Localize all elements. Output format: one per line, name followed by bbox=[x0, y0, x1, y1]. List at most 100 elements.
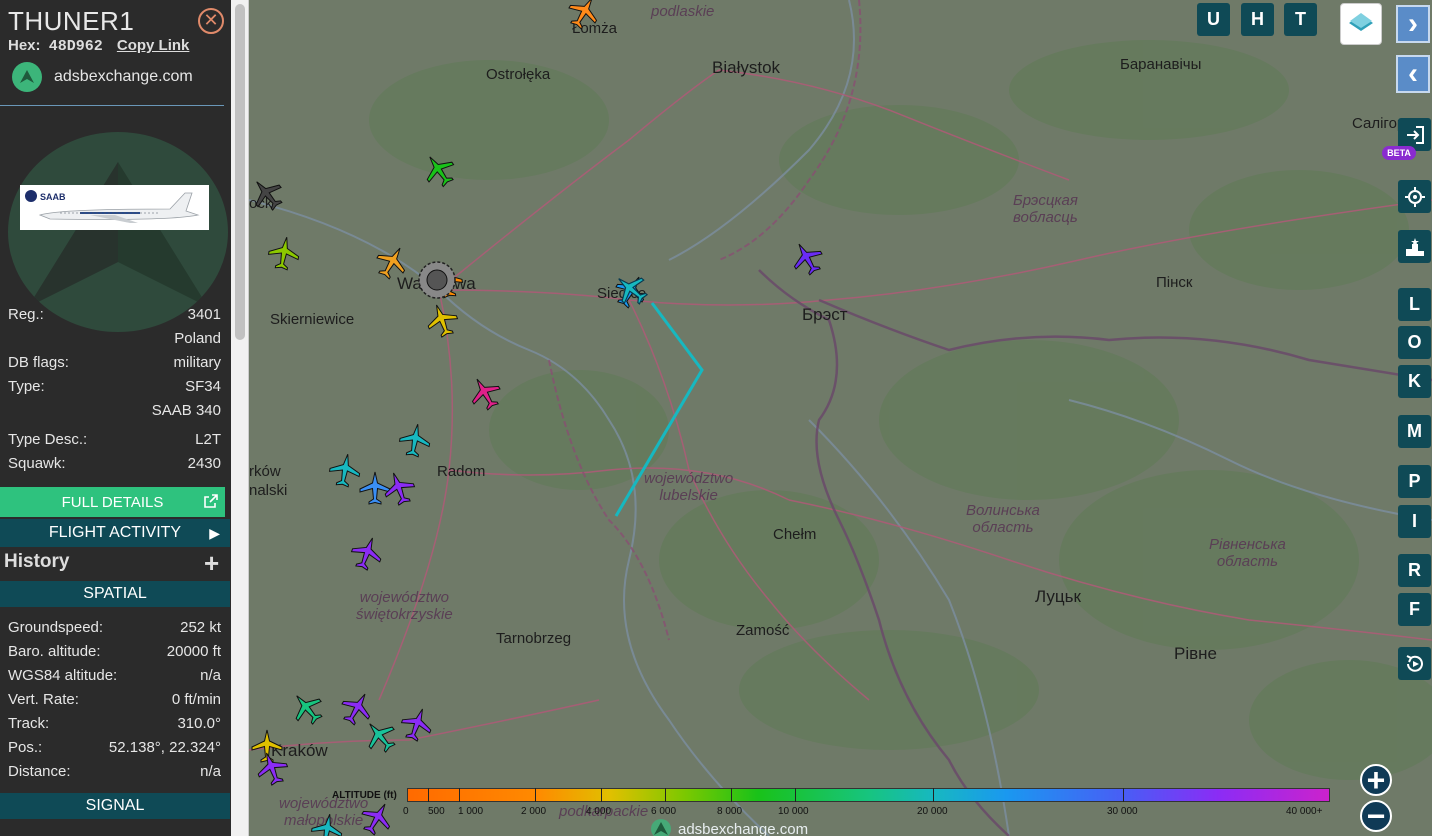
source-link[interactable]: adsbexchange.com bbox=[54, 68, 193, 86]
aircraft-marker-icon[interactable] bbox=[289, 690, 325, 726]
altitude-tick-mark bbox=[665, 788, 666, 802]
vert-rate-label: Vert. Rate: bbox=[8, 691, 79, 708]
toggle-k-button[interactable]: K bbox=[1398, 365, 1431, 398]
track-row: Track: 310.0° bbox=[8, 715, 221, 735]
label-rivne-region-line1: Рівненська bbox=[1209, 536, 1286, 553]
altitude-tick-mark bbox=[535, 788, 536, 802]
aircraft-marker-icon[interactable] bbox=[254, 750, 290, 786]
altitude-tick-mark bbox=[428, 788, 429, 802]
external-link-icon bbox=[203, 493, 219, 513]
toggle-o-button[interactable]: O bbox=[1398, 326, 1431, 359]
wgs84-altitude-label: WGS84 altitude: bbox=[8, 667, 118, 684]
label-lubelskie-line2: lubelskie bbox=[659, 487, 718, 504]
zoom-out-button[interactable]: − bbox=[1360, 800, 1392, 832]
dbflags-value: military bbox=[173, 354, 222, 371]
hex-value: 48D962 bbox=[48, 38, 103, 55]
aircraft-marker-icon[interactable] bbox=[424, 302, 460, 338]
history-expand-plus-icon[interactable]: + bbox=[204, 550, 219, 576]
toggle-r-button[interactable]: R bbox=[1398, 554, 1431, 587]
close-panel-button[interactable]: ✕ bbox=[198, 8, 224, 34]
altitude-tick-mark bbox=[933, 788, 934, 802]
aircraft-marker-icon[interactable] bbox=[266, 235, 302, 271]
label-zamosc: Zamość bbox=[736, 622, 790, 639]
label-swietokrzyskie: województwo świętokrzyskie bbox=[356, 589, 453, 623]
vert-rate-value: 0 ft/min bbox=[171, 691, 221, 708]
label-podlaskie: podlaskie bbox=[651, 3, 715, 20]
distance-value: n/a bbox=[200, 763, 221, 780]
toggle-l-button[interactable]: L bbox=[1398, 288, 1431, 321]
aircraft-marker-icon[interactable] bbox=[421, 152, 457, 188]
aircraft-marker-icon[interactable] bbox=[566, 0, 602, 30]
position-value: 52.138°, 22.324° bbox=[108, 739, 221, 756]
footer-brand: adsbexchange.com bbox=[650, 818, 808, 836]
aircraft-marker-icon[interactable] bbox=[359, 800, 395, 836]
dbflags-label: DB flags: bbox=[8, 354, 69, 371]
squawk-row: Squawk: 2430 bbox=[8, 455, 221, 475]
expand-right-button[interactable]: › bbox=[1396, 5, 1430, 43]
spatial-section-header[interactable]: SPATIAL bbox=[0, 581, 230, 607]
label-volyn-region: Волинська область bbox=[966, 502, 1040, 536]
collapse-left-button[interactable]: ‹ bbox=[1396, 55, 1430, 93]
aircraft-marker-icon[interactable] bbox=[397, 422, 433, 458]
altitude-tick-label: 0 bbox=[403, 806, 409, 817]
aircraft-marker-icon[interactable] bbox=[309, 812, 345, 836]
selected-aircraft-icon[interactable] bbox=[613, 271, 649, 307]
toggle-f-button[interactable]: F bbox=[1398, 593, 1431, 626]
replay-button[interactable] bbox=[1398, 647, 1431, 680]
toggle-m-button[interactable]: M bbox=[1398, 415, 1431, 448]
label-rivne-region-line2: область bbox=[1216, 553, 1278, 570]
sidebar-scrollbar[interactable] bbox=[231, 0, 249, 836]
toggle-h-button[interactable]: H bbox=[1241, 3, 1274, 36]
aircraft-marker-icon[interactable] bbox=[381, 470, 417, 506]
aircraft-marker-icon[interactable] bbox=[399, 706, 435, 742]
altitude-legend-title: ALTITUDE (ft) bbox=[332, 790, 397, 801]
aircraft-marker-icon[interactable] bbox=[467, 375, 503, 411]
altitude-color-bar bbox=[407, 788, 1330, 802]
altitude-tick-mark bbox=[731, 788, 732, 802]
type-row: Type: SF34 bbox=[8, 378, 221, 398]
adsbexchange-logo-icon bbox=[12, 62, 42, 92]
toggle-t-button[interactable]: T bbox=[1284, 3, 1317, 36]
altitude-tick-label: 40 000+ bbox=[1286, 806, 1323, 817]
aircraft-cluster-icon[interactable] bbox=[415, 258, 459, 302]
label-brest-region-line1: Брэсцкая bbox=[1013, 192, 1078, 209]
aircraft-info-panel: THUNER1 ✕ Hex: 48D962 Copy Link adsbexch… bbox=[0, 0, 231, 836]
aircraft-marker-icon[interactable] bbox=[362, 718, 398, 754]
layers-icon bbox=[1349, 13, 1373, 31]
aircraft-marker-icon[interactable] bbox=[349, 535, 385, 571]
source-row[interactable]: adsbexchange.com bbox=[12, 62, 193, 92]
track-label: Track: bbox=[8, 715, 50, 732]
app-root: THUNER1 ✕ Hex: 48D962 Copy Link adsbexch… bbox=[0, 0, 1432, 836]
label-lubelskie-line1: województwo bbox=[644, 470, 734, 487]
replay-icon bbox=[1406, 654, 1423, 672]
leaderboard-button[interactable] bbox=[1398, 230, 1431, 263]
country-value: Poland bbox=[174, 330, 221, 347]
full-details-label: FULL DETAILS bbox=[61, 493, 164, 511]
aircraft-marker-icon[interactable] bbox=[249, 176, 285, 212]
full-details-button[interactable]: FULL DETAILS bbox=[0, 487, 225, 517]
altitude-tick-label: 6 000 bbox=[651, 806, 677, 817]
wgs84-altitude-value: n/a bbox=[200, 667, 221, 684]
scrollbar-thumb[interactable] bbox=[235, 4, 245, 340]
settings-button[interactable] bbox=[1398, 180, 1431, 213]
aircraft-marker-icon[interactable] bbox=[374, 244, 410, 280]
label-swietokrzyskie-line2: świętokrzyskie bbox=[356, 606, 453, 623]
map-view[interactable]: podlaskie Łomża Ostrołęka Białystok Бара… bbox=[249, 0, 1432, 836]
gear-icon bbox=[1404, 186, 1425, 207]
altitude-tick-label: 500 bbox=[428, 806, 445, 817]
chevron-right-icon: › bbox=[1408, 7, 1418, 40]
flight-activity-button[interactable]: FLIGHT ACTIVITY ▶ bbox=[0, 519, 230, 547]
aircraft-marker-icon[interactable] bbox=[789, 240, 825, 276]
aircraft-photo[interactable]: SAAB bbox=[20, 185, 209, 230]
groundspeed-value: 252 kt bbox=[180, 619, 221, 636]
map-layers-button[interactable] bbox=[1340, 3, 1382, 45]
toggle-p-button[interactable]: P bbox=[1398, 465, 1431, 498]
zoom-in-button[interactable]: + bbox=[1360, 764, 1392, 796]
label-brest-region: Брэсцкая вобласць bbox=[1013, 192, 1078, 226]
toggle-i-button[interactable]: I bbox=[1398, 505, 1431, 538]
altitude-tick-label: 4 000 bbox=[586, 806, 612, 817]
signal-section-header[interactable]: SIGNAL bbox=[0, 793, 230, 819]
toggle-u-button[interactable]: U bbox=[1197, 3, 1230, 36]
altitude-tick-label: 20 000 bbox=[917, 806, 948, 817]
copy-link[interactable]: Copy Link bbox=[117, 37, 190, 54]
